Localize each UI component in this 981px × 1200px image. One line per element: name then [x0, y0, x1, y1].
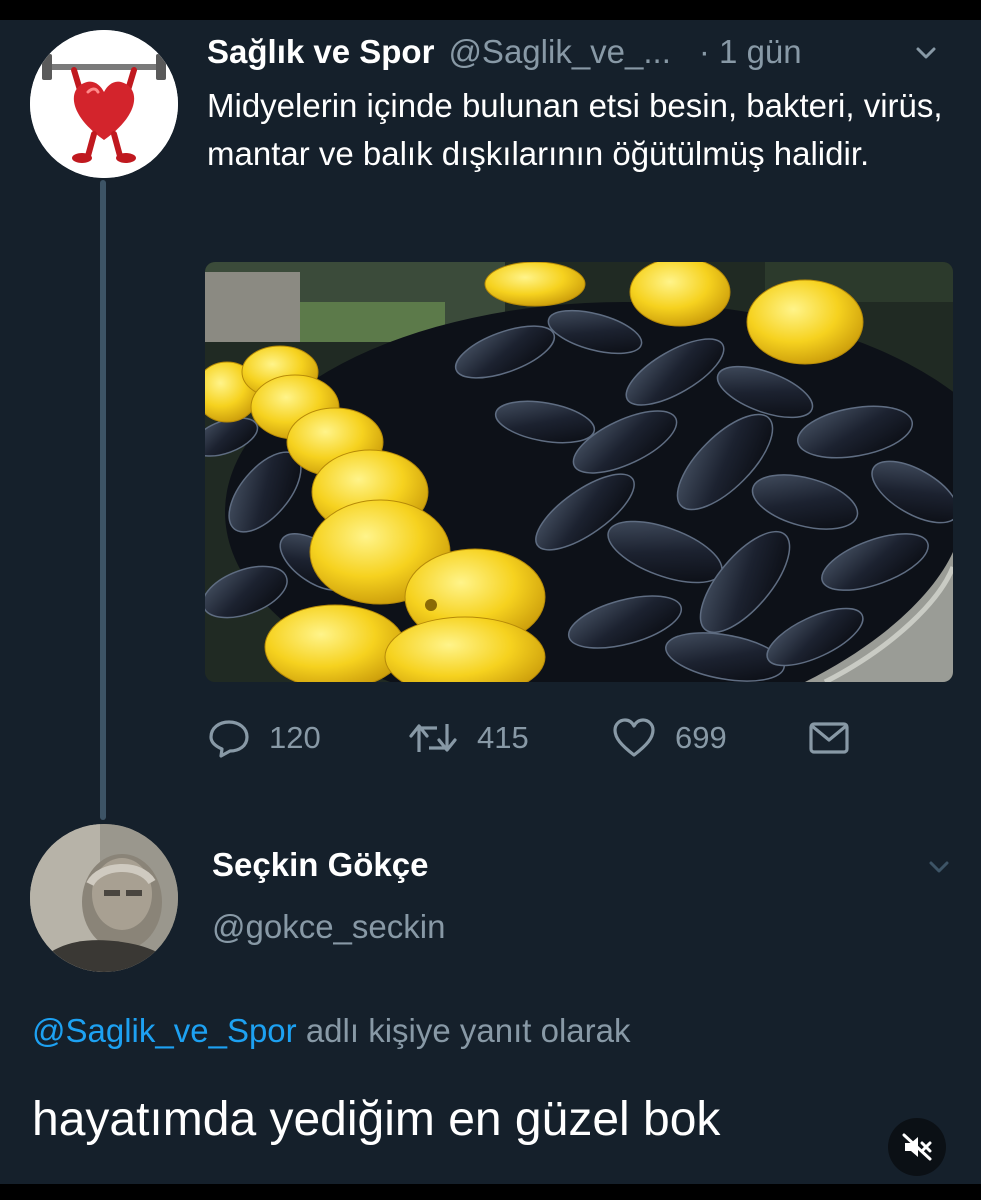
tweet-time[interactable]: · 1 gün — [699, 33, 802, 71]
top-black-bar — [0, 0, 981, 20]
direct-message-button[interactable] — [807, 712, 851, 764]
tweet-actions: 120 415 699 — [207, 712, 907, 764]
bottom-black-bar — [0, 1184, 981, 1200]
chevron-down-icon[interactable] — [911, 38, 941, 68]
profile-photo — [30, 824, 178, 972]
replying-to-suffix: adlı kişiye yanıt olarak — [296, 1012, 631, 1049]
reply-author-name[interactable]: Seçkin Gökçe — [212, 846, 428, 884]
reply-text: hayatımda yediğim en güzel bok — [32, 1093, 721, 1146]
heart-icon — [611, 716, 657, 760]
muted-speaker-icon — [901, 1131, 933, 1163]
retweet-icon — [407, 716, 459, 760]
reply-count: 120 — [269, 720, 321, 755]
tweet-header: Sağlık ve Spor @Saglik_ve_... · 1 gün — [207, 30, 967, 74]
replying-to-mention[interactable]: @Saglik_ve_Spor — [32, 1012, 297, 1049]
envelope-icon — [807, 716, 851, 760]
screenshot: Sağlık ve Spor @Saglik_ve_... · 1 gün Mi… — [0, 0, 981, 1200]
chevron-down-icon[interactable] — [924, 852, 954, 882]
speech-bubble-icon — [207, 716, 251, 760]
thread-line — [100, 180, 106, 820]
author-name[interactable]: Sağlık ve Spor — [207, 33, 434, 71]
replying-to-context: @Saglik_ve_Spor adlı kişiye yanıt olarak — [32, 1012, 630, 1050]
tweet-text: Midyelerin içinde bulunan etsi besin, ba… — [207, 87, 943, 172]
reply-button[interactable]: 120 — [207, 712, 321, 764]
like-count: 699 — [675, 720, 727, 755]
retweet-count: 415 — [477, 720, 529, 755]
like-button[interactable]: 699 — [611, 712, 727, 764]
reply-author-handle[interactable]: @gokce_seckin — [212, 908, 445, 946]
tweet-photo-mussels-and-lemons[interactable] — [205, 262, 953, 682]
saglik-ve-spor-avatar[interactable] — [30, 30, 178, 178]
author-handle[interactable]: @Saglik_ve_... — [448, 33, 670, 71]
mute-toggle-button[interactable] — [888, 1118, 946, 1176]
heart-weightlifter-logo — [30, 30, 178, 178]
retweet-button[interactable]: 415 — [407, 712, 529, 764]
seckin-gokce-avatar[interactable] — [30, 824, 178, 972]
